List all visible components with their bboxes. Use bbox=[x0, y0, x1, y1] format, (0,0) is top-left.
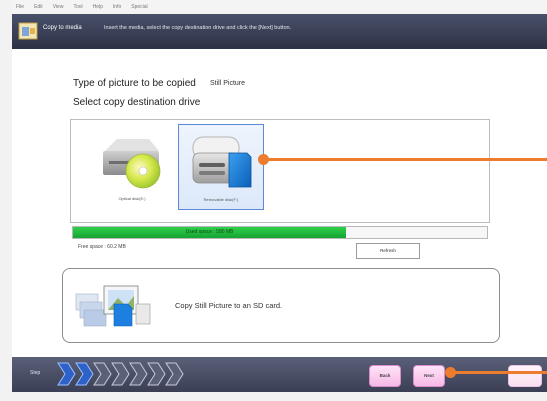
back-button[interactable]: Back bbox=[369, 365, 401, 387]
step-chevron bbox=[165, 362, 184, 386]
step-chevron bbox=[57, 362, 76, 386]
drive-label-removable: Removable disk(F:) bbox=[203, 197, 239, 202]
optical-drive-icon bbox=[103, 139, 161, 189]
callout-line-next bbox=[450, 371, 547, 374]
copy-to-media-icon bbox=[18, 22, 38, 40]
menu-item-info[interactable]: Info bbox=[113, 0, 121, 14]
drive-label-optical: Optical disk(E:) bbox=[118, 196, 146, 201]
menu-item-edit[interactable]: Edit bbox=[34, 0, 43, 14]
next-button[interactable]: Next bbox=[413, 365, 445, 387]
step-chevron bbox=[129, 362, 148, 386]
menu-item-special[interactable]: Special bbox=[131, 0, 147, 14]
step-chevron bbox=[93, 362, 112, 386]
used-space-text: Used space : 580 MB bbox=[185, 229, 234, 235]
drive-item-removable[interactable]: Removable disk(F:) bbox=[178, 124, 264, 210]
step-chevron bbox=[147, 362, 166, 386]
step-chevron bbox=[75, 362, 94, 386]
picture-type-label: Type of picture to be copied bbox=[73, 78, 196, 89]
page-title: Copy to media bbox=[43, 25, 82, 31]
step-chevron bbox=[111, 362, 130, 386]
drive-item-optical[interactable]: Optical disk(E:) bbox=[89, 124, 175, 210]
select-drive-label: Select copy destination drive bbox=[73, 97, 201, 108]
copy-to-sd-card-icon bbox=[75, 285, 151, 327]
message-text: Copy Still Picture to an SD card. bbox=[175, 301, 283, 310]
menu-item-help[interactable]: Help bbox=[93, 0, 103, 14]
menu-item-tool[interactable]: Tool bbox=[73, 0, 82, 14]
step-indicator bbox=[57, 362, 184, 386]
sd-card-drive-icon bbox=[192, 136, 252, 188]
step-label: Step bbox=[30, 370, 41, 376]
callout-dot-drive bbox=[258, 154, 269, 165]
page-instruction: Insert the media, select the copy destin… bbox=[104, 25, 292, 31]
refresh-button[interactable]: Refresh bbox=[356, 243, 420, 259]
menu-item-view[interactable]: View bbox=[53, 0, 64, 14]
callout-line-drive bbox=[263, 158, 547, 161]
menu-item-file[interactable]: File bbox=[16, 0, 24, 14]
free-space-label: Free space : 60.2 MB bbox=[78, 244, 126, 250]
page-header: Copy to media Insert the media, select t… bbox=[12, 14, 547, 49]
picture-type-value: Still Picture bbox=[210, 80, 246, 87]
disabled-button bbox=[508, 365, 542, 387]
menu-bar: File Edit View Tool Help Info Special bbox=[12, 0, 547, 14]
callout-dot-next bbox=[445, 367, 456, 378]
